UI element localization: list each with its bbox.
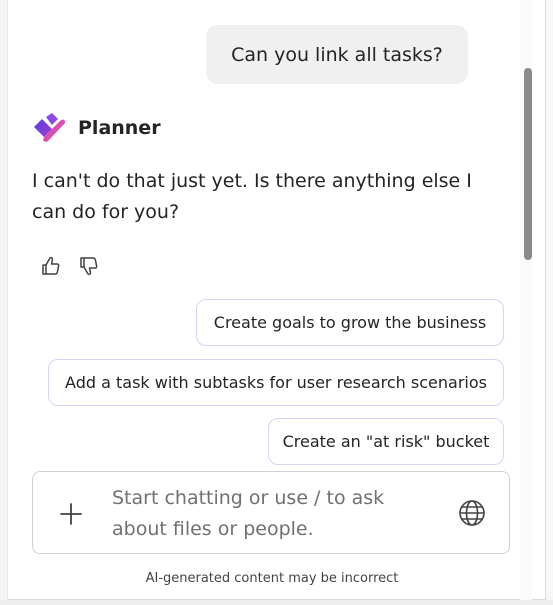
left-edge <box>0 0 8 605</box>
ai-disclaimer: AI-generated content may be incorrect <box>145 571 399 586</box>
chat-input[interactable]: Start chatting or use / to ask about fil… <box>112 483 412 545</box>
suggestion-chip[interactable]: Create an "at risk" bucket <box>268 418 504 465</box>
suggestion-chip-label: Create an "at risk" bucket <box>282 432 490 451</box>
suggestion-chip-label: Add a task with subtasks for user resear… <box>65 373 487 392</box>
user-message-bubble: Can you link all tasks? <box>206 25 468 84</box>
globe-icon[interactable] <box>457 498 487 528</box>
thumbs-down-icon[interactable] <box>76 253 102 279</box>
feedback-buttons <box>38 253 114 279</box>
planner-logo-icon <box>32 113 66 143</box>
user-message-text: Can you link all tasks? <box>231 43 443 66</box>
thumbs-up-icon[interactable] <box>38 253 64 279</box>
bot-name: Planner <box>78 117 161 139</box>
bot-message-text: I can't do that just yet. Is there anyth… <box>32 170 472 223</box>
suggestion-chip[interactable]: Create goals to grow the business <box>196 299 504 346</box>
bot-header: Planner <box>32 113 161 143</box>
scrollbar-thumb[interactable] <box>524 68 532 260</box>
bottom-edge <box>0 600 553 605</box>
plus-icon[interactable] <box>57 500 85 528</box>
right-edge <box>546 0 553 605</box>
suggestion-chip-label: Create goals to grow the business <box>213 313 487 332</box>
suggestion-chip[interactable]: Add a task with subtasks for user resear… <box>48 359 504 406</box>
chat-composer[interactable]: Start chatting or use / to ask about fil… <box>32 471 510 554</box>
